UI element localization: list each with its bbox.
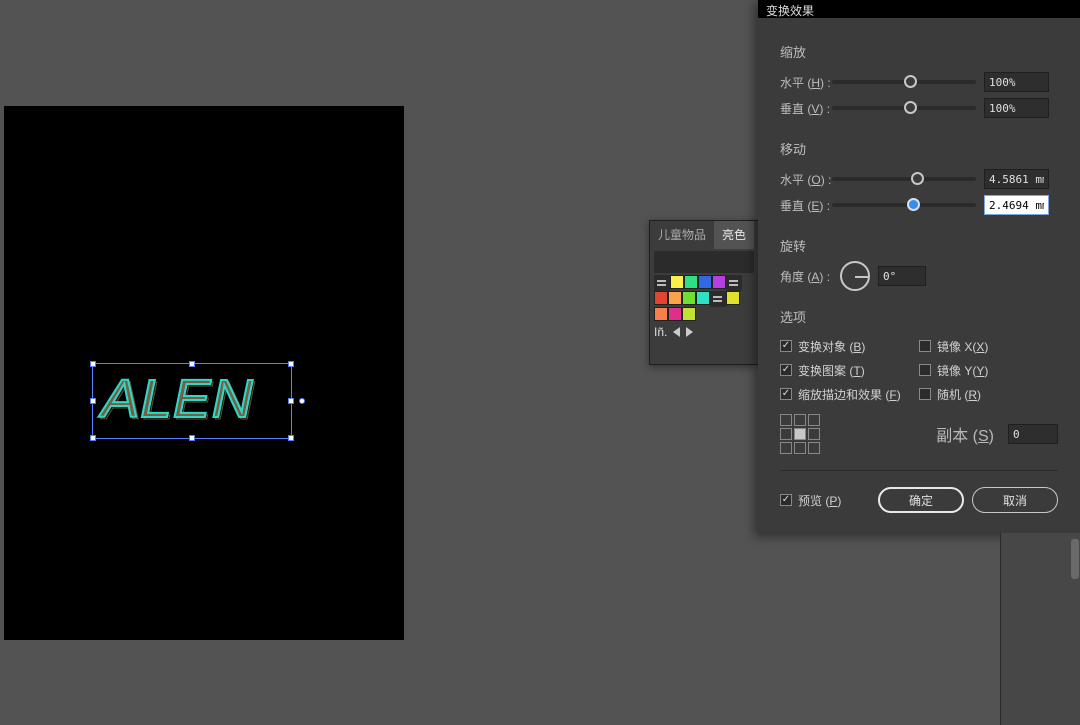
swatch-tab-group1[interactable]: 儿童物品 bbox=[650, 221, 714, 249]
section-move: 移动 bbox=[780, 139, 1058, 158]
swatch-color[interactable] bbox=[682, 307, 696, 321]
scrollbar-thumb[interactable] bbox=[1071, 539, 1079, 579]
swatch-color[interactable] bbox=[684, 275, 698, 289]
rotate-dial[interactable] bbox=[840, 261, 870, 291]
scale-v-input[interactable] bbox=[984, 98, 1049, 118]
ok-button[interactable]: 确定 bbox=[878, 487, 964, 513]
scale-h-input[interactable] bbox=[984, 72, 1049, 92]
swatch-color[interactable] bbox=[654, 307, 668, 321]
move-h-input[interactable] bbox=[984, 169, 1049, 189]
swatch-color[interactable] bbox=[670, 275, 684, 289]
swatch-color[interactable] bbox=[682, 291, 696, 305]
swatch-tab-group2[interactable]: 亮色 bbox=[714, 221, 754, 249]
preview-checkbox[interactable] bbox=[780, 494, 792, 506]
right-rail bbox=[1000, 533, 1080, 725]
opt-transform-object-checkbox[interactable] bbox=[780, 340, 792, 352]
divider bbox=[780, 470, 1058, 471]
copies-input[interactable] bbox=[1008, 424, 1058, 444]
scale-v-label: 垂直 (V) : bbox=[780, 100, 832, 117]
opt-transform-pattern-label: 变换图案 (T) bbox=[798, 362, 865, 379]
preview-label: 预览 (P) bbox=[798, 492, 841, 509]
opt-scale-strokes-label: 缩放描边和效果 (F) bbox=[798, 386, 901, 403]
section-rotate: 旋转 bbox=[780, 236, 1058, 255]
move-h-slider[interactable] bbox=[832, 177, 976, 181]
swatch-folder-icon[interactable] bbox=[654, 275, 670, 291]
transform-effect-dialog: 变换效果 缩放 水平 (H) : 垂直 (V) : 移动 水平 (O) : 垂直… bbox=[758, 0, 1080, 535]
swatch-folder-icon[interactable] bbox=[726, 275, 742, 291]
origin-point[interactable] bbox=[299, 398, 305, 404]
swatch-color[interactable] bbox=[696, 291, 710, 305]
section-options: 选项 bbox=[780, 307, 1058, 326]
section-scale: 缩放 bbox=[780, 42, 1058, 61]
scale-h-slider[interactable] bbox=[832, 80, 976, 84]
rotate-angle-label: 角度 (A) : bbox=[780, 268, 832, 285]
rotate-angle-input[interactable] bbox=[878, 266, 926, 286]
swatch-nav: Iñ. bbox=[650, 323, 758, 341]
selection-bounds[interactable]: ALEN ALEN bbox=[92, 363, 292, 439]
opt-random-label: 随机 (R) bbox=[937, 386, 981, 403]
swatch-color[interactable] bbox=[698, 275, 712, 289]
move-v-slider[interactable] bbox=[832, 203, 976, 207]
opt-mirror-x-checkbox[interactable] bbox=[919, 340, 931, 352]
swatches-panel[interactable]: 儿童物品 亮色 Iñ. bbox=[649, 220, 759, 365]
swatch-search[interactable] bbox=[654, 251, 754, 273]
copies-label: 副本 (S) bbox=[936, 422, 994, 446]
swatch-color[interactable] bbox=[668, 307, 682, 321]
swatch-color[interactable] bbox=[654, 291, 668, 305]
swatch-nav-label: Iñ. bbox=[654, 325, 667, 339]
prev-icon[interactable] bbox=[673, 327, 680, 337]
opt-mirror-y-checkbox[interactable] bbox=[919, 364, 931, 376]
opt-scale-strokes-checkbox[interactable] bbox=[780, 388, 792, 400]
opt-random-checkbox[interactable] bbox=[919, 388, 931, 400]
swatch-color[interactable] bbox=[726, 291, 740, 305]
swatch-folder-icon[interactable] bbox=[710, 291, 726, 307]
opt-mirror-x-label: 镜像 X(X) bbox=[937, 338, 988, 355]
next-icon[interactable] bbox=[686, 327, 693, 337]
artwork-text[interactable]: ALEN bbox=[101, 368, 253, 430]
swatch-color[interactable] bbox=[668, 291, 682, 305]
cancel-button[interactable]: 取消 bbox=[972, 487, 1058, 513]
move-v-label: 垂直 (E) : bbox=[780, 197, 832, 214]
move-v-input[interactable] bbox=[984, 195, 1049, 215]
move-h-label: 水平 (O) : bbox=[780, 171, 832, 188]
artboard: ALEN ALEN bbox=[4, 106, 404, 640]
dialog-title[interactable]: 变换效果 bbox=[758, 0, 1080, 18]
opt-mirror-y-label: 镜像 Y(Y) bbox=[937, 362, 988, 379]
anchor-reference-picker[interactable] bbox=[780, 414, 820, 454]
scale-h-label: 水平 (H) : bbox=[780, 74, 832, 91]
opt-transform-pattern-checkbox[interactable] bbox=[780, 364, 792, 376]
swatch-color[interactable] bbox=[712, 275, 726, 289]
scale-v-slider[interactable] bbox=[832, 106, 976, 110]
swatch-grid bbox=[654, 275, 742, 321]
opt-transform-object-label: 变换对象 (B) bbox=[798, 338, 865, 355]
